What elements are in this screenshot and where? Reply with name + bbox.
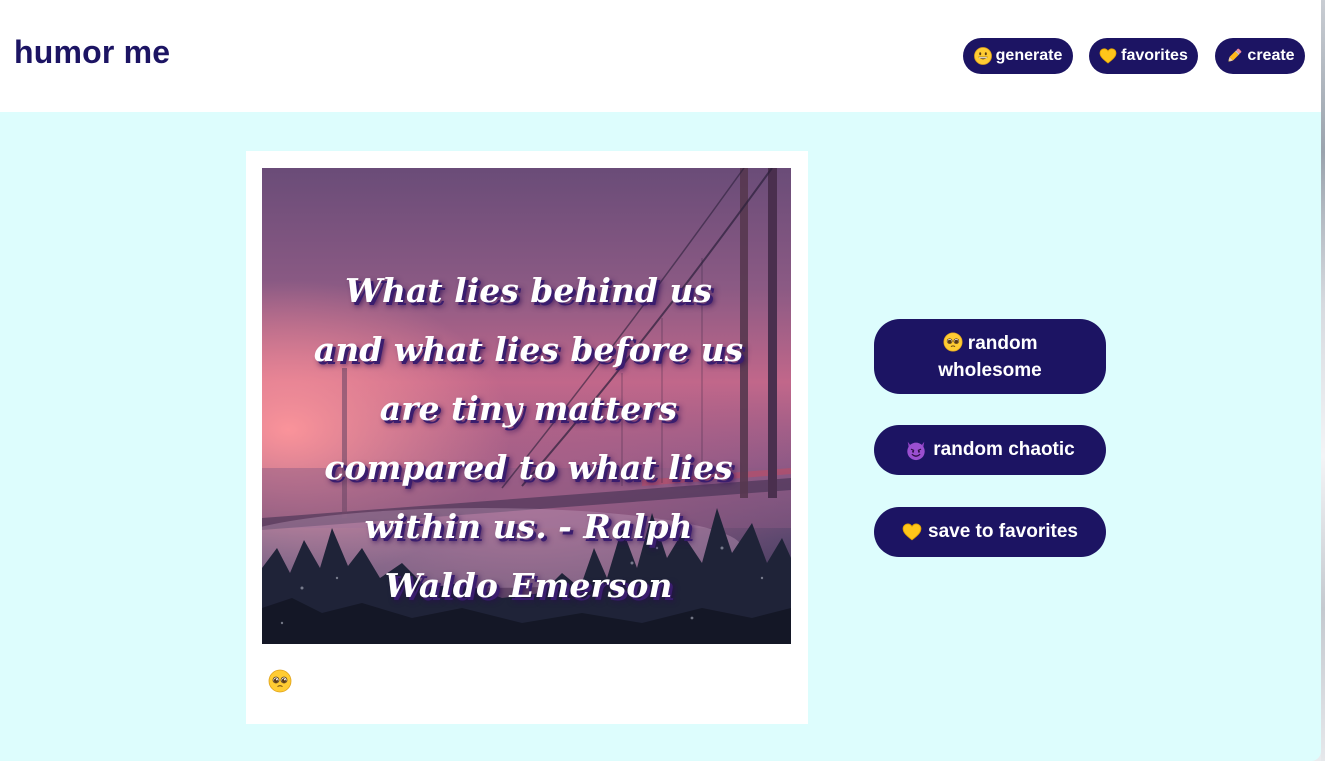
meme-caption: What lies behind us and what lies before… — [313, 271, 744, 605]
save-to-favorites-button[interactable]: save to favorites — [874, 507, 1106, 557]
meme-image: What lies behind us and what lies before… — [262, 168, 791, 644]
nav-favorites-button[interactable]: favorites — [1089, 38, 1198, 74]
app-window: humor me generate favorites create What … — [0, 0, 1321, 761]
nav-favorites-label: favorites — [1121, 47, 1188, 64]
pleading-face-icon — [943, 332, 963, 351]
top-bar: humor me generate favorites create — [0, 0, 1321, 112]
nav-create-label: create — [1247, 47, 1295, 64]
yellow-heart-icon — [1099, 48, 1117, 64]
random-chaotic-button[interactable]: random chaotic — [874, 425, 1106, 475]
pencil-icon — [1228, 48, 1242, 63]
background-window-edge — [1321, 0, 1325, 761]
nav-generate-button[interactable]: generate — [963, 38, 1073, 74]
save-to-favorites-label: save to favorites — [928, 521, 1078, 542]
yellow-heart-icon — [902, 523, 922, 541]
nav-create-button[interactable]: create — [1215, 38, 1305, 74]
smiling-devil-icon — [907, 441, 925, 461]
grinning-face-icon — [973, 47, 992, 65]
app-logo-title[interactable]: humor me — [14, 34, 170, 71]
random-wholesome-button[interactable]: random wholesome — [874, 319, 1106, 394]
meme-card: What lies behind us and what lies before… — [246, 151, 808, 724]
pleading-face-icon — [268, 669, 292, 693]
random-chaotic-label: random chaotic — [933, 439, 1075, 460]
nav-generate-label: generate — [995, 47, 1063, 64]
